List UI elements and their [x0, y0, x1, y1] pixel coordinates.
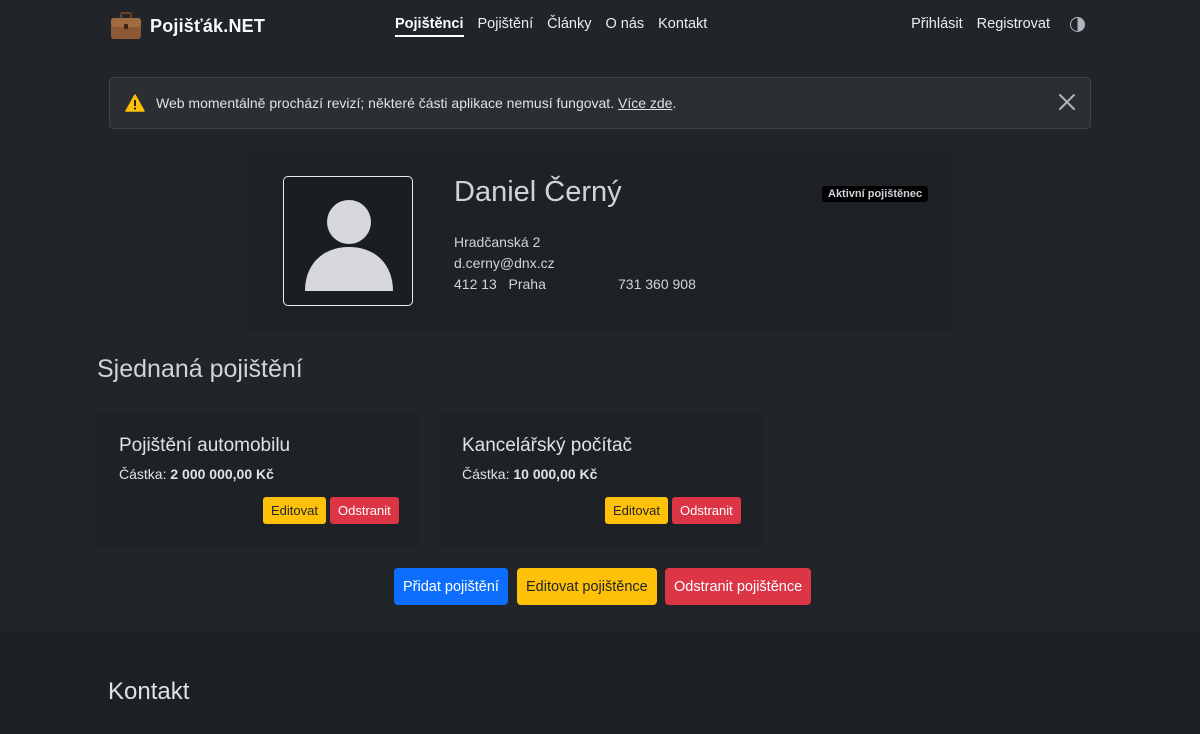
revision-alert: Web momentálně prochází revizí; některé … — [109, 77, 1091, 129]
amount-label: Částka: — [462, 466, 510, 482]
street: Hradčanská 2 — [454, 234, 541, 250]
register-link[interactable]: Registrovat — [977, 16, 1050, 32]
insurance-amount: Částka: 10 000,00 Kč — [462, 466, 597, 482]
add-insurance-button[interactable]: Přidat pojištění — [394, 568, 508, 605]
insurance-title: Kancelářský počítač — [462, 435, 633, 456]
main-nav: Pojištěnci Pojištění Články O nás Kontak… — [395, 16, 707, 37]
footer: Kontakt — [0, 632, 1200, 734]
footer-title: Kontakt — [108, 678, 190, 705]
edit-insured-button[interactable]: Editovat pojištěnce — [517, 568, 657, 605]
remove-insured-button[interactable]: Odstranit pojištěnce — [665, 568, 812, 605]
brand-link[interactable]: Pojišťák.NET — [110, 12, 265, 40]
nav-link-pojistenci[interactable]: Pojištěnci — [395, 16, 464, 37]
brand-name: Pojišťák.NET — [150, 15, 266, 36]
contrast-icon[interactable] — [1070, 16, 1085, 32]
amount-value: 10 000,00 Kč — [513, 466, 598, 482]
status-badge: Aktivní pojištěnec — [822, 186, 929, 202]
briefcase-icon — [111, 12, 141, 39]
remove-insurance-button[interactable]: Odstranit — [672, 497, 741, 524]
profile-card: Daniel Černý Aktivní pojištěnec Hradčans… — [248, 152, 953, 332]
nav-link-pojisteni[interactable]: Pojištění — [478, 16, 534, 37]
person-icon — [305, 200, 393, 291]
insurance-amount: Částka: 2 000 000,00 Kč — [119, 466, 274, 482]
city: Praha — [508, 276, 546, 292]
edit-insurance-button[interactable]: Editovat — [605, 497, 668, 524]
zip: 412 13 — [454, 276, 497, 292]
amount-label: Částka: — [119, 466, 167, 482]
insurances-heading: Sjednaná pojištění — [97, 355, 303, 383]
person-name: Daniel Černý — [454, 176, 622, 208]
alert-more-link[interactable]: Více zde — [618, 95, 672, 111]
phone: 731 360 908 — [618, 276, 696, 292]
nav-link-kontakt[interactable]: Kontakt — [658, 16, 707, 37]
alert-suffix: . — [672, 95, 677, 111]
edit-insurance-button[interactable]: Editovat — [263, 497, 326, 524]
remove-insurance-button[interactable]: Odstranit — [330, 497, 399, 524]
amount-value: 2 000 000,00 Kč — [170, 466, 274, 482]
zip-city: 412 13 Praha — [454, 276, 546, 292]
close-icon[interactable] — [1058, 93, 1076, 111]
insurance-card: Pojištění automobilu Částka: 2 000 000,0… — [97, 412, 420, 547]
nav-link-o-nas[interactable]: O nás — [605, 16, 644, 37]
insurance-card: Kancelářský počítač Částka: 10 000,00 Kč… — [440, 412, 763, 547]
alert-message: Web momentálně prochází revizí; některé … — [156, 95, 676, 111]
navbar: Pojišťák.NET Pojištěnci Pojištění Články… — [0, 0, 1200, 56]
login-link[interactable]: Přihlásit — [911, 16, 963, 32]
avatar — [283, 176, 413, 306]
warning-icon — [125, 94, 145, 112]
insurance-title: Pojištění automobilu — [119, 435, 291, 456]
email: d.cerny@dnx.cz — [454, 255, 555, 271]
nav-link-clanky[interactable]: Články — [547, 16, 591, 37]
account-nav: Přihlásit Registrovat — [911, 16, 1085, 32]
alert-text: Web momentálně prochází revizí; některé … — [156, 95, 615, 111]
